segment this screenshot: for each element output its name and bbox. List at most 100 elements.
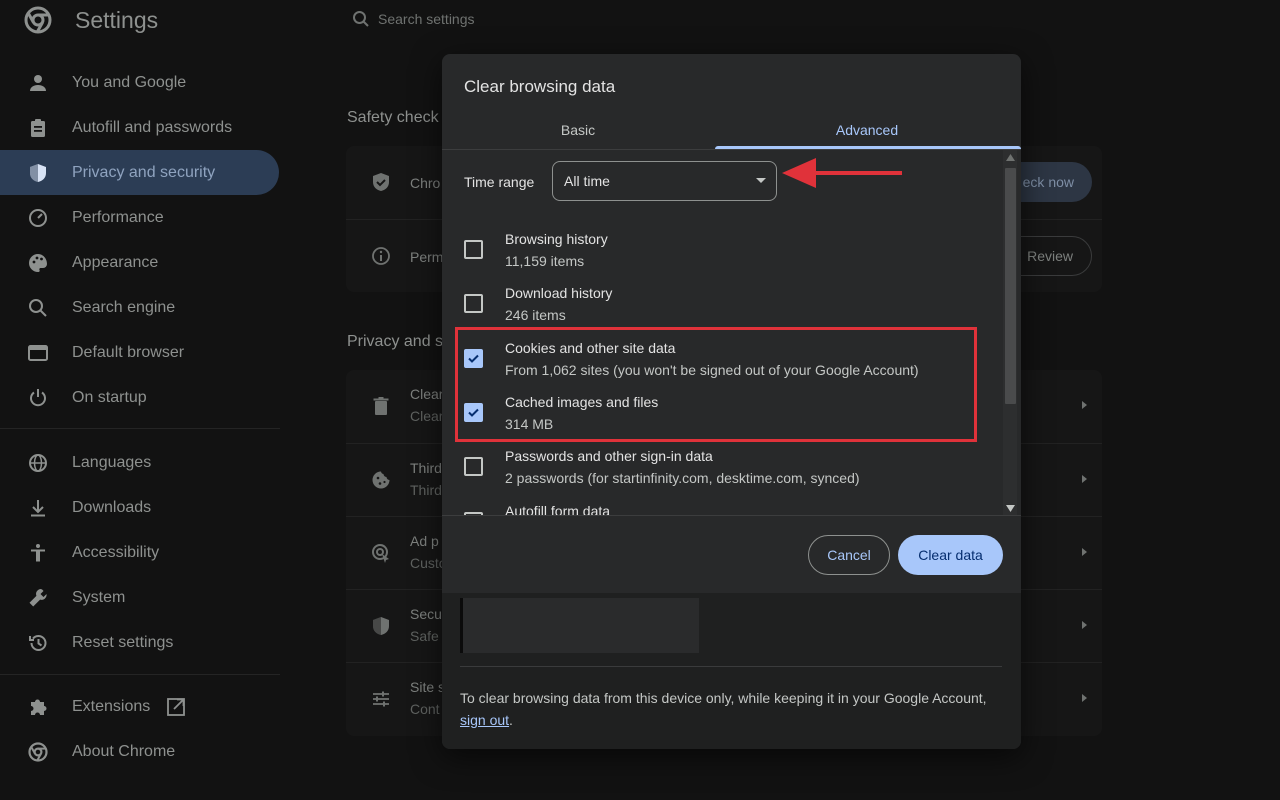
sign-out-link[interactable]: sign out — [460, 712, 509, 728]
dialog-divider — [442, 515, 1021, 516]
sidebar-item-label: You and Google — [72, 73, 187, 91]
sidebar-item-label: Reset settings — [72, 633, 174, 651]
search-icon — [29, 298, 47, 317]
sidebar-item-autofill[interactable]: Autofill and passwords — [0, 105, 279, 150]
tune-icon — [373, 691, 389, 707]
wrench-icon — [29, 588, 47, 606]
footer-text: To clear browsing data from this device … — [460, 687, 990, 731]
option-title: Download history — [505, 285, 613, 301]
palette-icon — [29, 253, 47, 272]
option-detail: 246 items — [505, 307, 566, 323]
person-icon — [30, 74, 46, 91]
chevron-right-icon — [1082, 401, 1087, 409]
sidebar-item-label: Appearance — [72, 253, 159, 271]
cookie-icon — [372, 471, 390, 489]
sidebar-item-appearance[interactable]: Appearance — [0, 240, 279, 285]
row-title: Secu — [410, 606, 442, 622]
sidebar-item-label: Default browser — [72, 343, 185, 361]
row-title: Ad p — [410, 533, 439, 549]
sidebar-item-reset-settings[interactable]: Reset settings — [0, 620, 279, 665]
download-icon — [31, 499, 45, 516]
cancel-button[interactable]: Cancel — [808, 535, 890, 575]
sidebar-divider — [0, 428, 280, 429]
sidebar-item-label: Accessibility — [72, 543, 160, 561]
sidebar-item-label: Autofill and passwords — [72, 118, 233, 136]
speedometer-icon — [29, 208, 47, 227]
privacy-heading: Privacy and s — [347, 333, 444, 350]
scroll-up-icon[interactable] — [1006, 154, 1015, 161]
time-range-label: Time range — [464, 174, 535, 190]
scrollbar-thumb[interactable] — [1005, 168, 1016, 404]
sidebar-item-on-startup[interactable]: On startup — [0, 375, 279, 420]
time-range-select[interactable]: All time — [552, 161, 777, 201]
sidebar-item-label: On startup — [72, 388, 147, 406]
option-title: Browsing history — [505, 231, 608, 247]
globe-icon — [29, 453, 47, 472]
option-passwords[interactable]: Passwords and other sign-in data 2 passw… — [442, 448, 1002, 502]
option-detail: 2 passwords (for startinfinity.com, desk… — [505, 470, 860, 486]
redacted-area — [460, 598, 699, 653]
row-subtitle: Clear — [410, 408, 444, 424]
option-detail: 11,159 items — [505, 253, 585, 269]
sidebar-item-performance[interactable]: Performance — [0, 195, 279, 240]
sidebar-item-you-and-google[interactable]: You and Google — [0, 60, 279, 105]
safety-check-heading: Safety check — [347, 109, 439, 126]
option-browsing-history[interactable]: Browsing history 11,159 items — [442, 231, 1002, 285]
redacted-area-edge — [460, 598, 463, 653]
power-icon — [30, 388, 46, 406]
sidebar-item-privacy-and-security[interactable]: Privacy and security — [0, 150, 279, 195]
row-title: Third — [410, 460, 442, 476]
footer-message: To clear browsing data from this device … — [460, 690, 987, 706]
footer-end: . — [509, 712, 513, 728]
sidebar-item-default-browser[interactable]: Default browser — [0, 330, 279, 375]
sidebar-item-label: Search engine — [72, 298, 176, 316]
row-title: Site s — [410, 679, 446, 695]
sidebar-item-label: Privacy and security — [72, 163, 216, 181]
chevron-right-icon — [1082, 694, 1087, 702]
sidebar-item-label: System — [72, 588, 126, 606]
row-subtitle: Safe — [410, 628, 439, 644]
option-title: Passwords and other sign-in data — [505, 448, 713, 464]
time-range-value: All time — [564, 173, 610, 189]
sidebar-item-about-chrome[interactable]: About Chrome — [0, 729, 279, 774]
trash-icon — [373, 397, 389, 415]
history-icon — [29, 634, 47, 651]
ad-privacy-icon — [372, 544, 389, 563]
sidebar-item-languages[interactable]: Languages — [0, 440, 279, 485]
highlight-box — [455, 327, 977, 442]
sidebar-item-label: About Chrome — [72, 742, 176, 760]
info-icon — [372, 247, 390, 265]
sidebar-item-label: Extensions — [72, 697, 151, 715]
dialog-tabs: Basic Advanced — [442, 110, 1021, 150]
shield-check-icon — [373, 173, 389, 191]
sidebar-item-label: Languages — [72, 453, 152, 471]
passwords-checkbox[interactable] — [464, 457, 483, 476]
chevron-right-icon — [1082, 621, 1087, 629]
safety-check-text: Chro — [410, 175, 441, 191]
page-title: Settings — [75, 7, 159, 33]
sidebar-divider — [0, 674, 280, 675]
sidebar-item-system[interactable]: System — [0, 575, 279, 620]
row-subtitle: Cont — [410, 701, 440, 717]
row-title: Clear — [410, 386, 444, 402]
sidebar-item-search-engine[interactable]: Search engine — [0, 285, 279, 330]
browsing-history-checkbox[interactable] — [464, 240, 483, 259]
chrome-icon — [28, 741, 48, 762]
clear-data-button[interactable]: Clear data — [898, 535, 1003, 575]
permissions-text: Perm — [410, 249, 444, 265]
sidebar-item-accessibility[interactable]: Accessibility — [0, 530, 279, 575]
chevron-right-icon — [1082, 475, 1087, 483]
download-history-checkbox[interactable] — [464, 294, 483, 313]
active-tab-indicator — [715, 146, 1021, 149]
scroll-down-icon[interactable] — [1006, 505, 1015, 512]
sidebar-item-downloads[interactable]: Downloads — [0, 485, 279, 530]
footer-divider — [460, 666, 1002, 667]
tab-advanced[interactable]: Advanced — [731, 110, 1003, 150]
tab-basic[interactable]: Basic — [442, 110, 714, 150]
sidebar-item-extensions[interactable]: Extensions — [0, 684, 279, 729]
chevron-right-icon — [1082, 548, 1087, 556]
red-arrow-annotation — [782, 158, 902, 188]
browser-window-icon — [28, 344, 48, 361]
sidebar-item-label: Performance — [72, 208, 164, 226]
row-subtitle: Third — [410, 482, 442, 498]
